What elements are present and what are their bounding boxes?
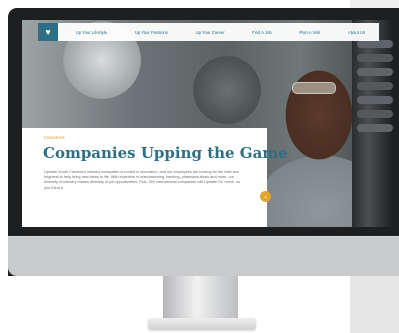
site-logo[interactable]: ♥ [38, 23, 58, 41]
nav-menu: Up Your Lifestyle Up Your Passions Up Yo… [62, 23, 379, 41]
nav-item-about[interactable]: About Us [348, 30, 365, 35]
hero-photo-machinery [352, 20, 393, 227]
page-title: Companies Upping the Game [43, 144, 288, 162]
monitor-screen: ♥ Up Your Lifestyle Up Your Passions Up … [22, 20, 393, 227]
nav-item-find-job[interactable]: Find A Job [252, 30, 272, 35]
chevron-down-icon: ⌄ [262, 193, 269, 200]
section-kicker: Industries [44, 136, 65, 141]
top-navigation: ♥ Up Your Lifestyle Up Your Passions Up … [38, 23, 379, 41]
monitor-stand-base [148, 318, 256, 330]
nav-item-plan-visit[interactable]: Plan A Visit [299, 30, 320, 35]
article-card: Industries Companies Upping the Game Ups… [22, 128, 288, 227]
monitor-chin [8, 236, 399, 276]
nav-item-lifestyle[interactable]: Up Your Lifestyle [76, 30, 107, 35]
hero-photo-goggles [292, 82, 336, 94]
hero-photo-coil [357, 40, 393, 48]
scroll-down-button[interactable]: ⌄ [260, 191, 271, 202]
nav-item-career[interactable]: Up Your Career [196, 30, 225, 35]
monitor-stand-neck [163, 276, 238, 320]
article-body: Upstate South Carolina's industry ecosys… [44, 170, 241, 190]
heart-badge-icon: ♥ [45, 26, 51, 37]
nav-item-passions[interactable]: Up Your Passions [135, 30, 168, 35]
